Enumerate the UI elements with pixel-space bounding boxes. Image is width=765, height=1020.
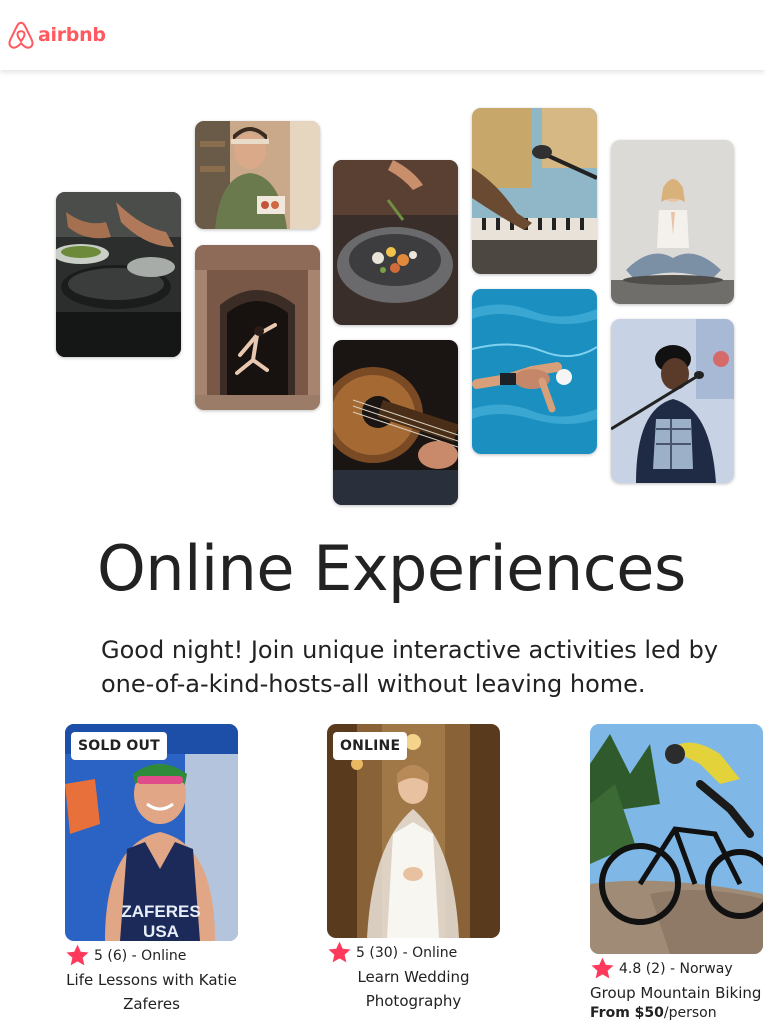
hero-photo-grid (0, 70, 765, 520)
swimmer-photo (472, 289, 597, 454)
price-amount: From $50 (590, 1005, 664, 1020)
rating: 4.8 (619, 960, 642, 977)
star-icon (328, 941, 351, 963)
card-title[interactable]: Learn Wedding Photography (327, 965, 500, 1013)
brand-name: airbnb (38, 24, 106, 46)
card-image[interactable] (590, 724, 763, 954)
card-price: From $50/person (590, 1005, 765, 1020)
review-count: (2) (645, 960, 666, 977)
location: - Norway (670, 960, 733, 977)
plated-dish-photo (333, 160, 458, 325)
review-count: (30) (369, 944, 399, 961)
keyboard-microphone-photo (472, 108, 597, 274)
price-unit: /person (663, 1005, 717, 1020)
location: - Online (402, 944, 458, 961)
airbnb-logo-icon (8, 21, 34, 49)
mountain-biker-photo (590, 724, 763, 954)
review-count: (6) (107, 947, 128, 964)
experience-card-katie[interactable]: ZAFERES USA SOLD OUT 5 (6) - Online Life… (65, 724, 245, 1016)
svg-text:USA: USA (143, 922, 179, 941)
card-stats: 4.8 (2) - Norway (590, 956, 765, 981)
experience-card-wedding[interactable]: ONLINE 5 (30) - Online Learn Wedding Pho… (327, 724, 507, 1013)
page-title: Online Experiences (97, 532, 686, 605)
chef-photo (195, 121, 320, 229)
yoga-photo (611, 140, 734, 304)
online-badge: ONLINE (333, 732, 408, 760)
star-icon (591, 957, 614, 979)
dancer-doorway-photo (195, 245, 320, 410)
sold-out-badge: SOLD OUT (71, 732, 167, 760)
card-stats: 5 (6) - Online (65, 943, 245, 968)
card-title[interactable]: Life Lessons with Katie Zaferes (65, 968, 238, 1016)
cooking-pans-photo (56, 192, 181, 357)
card-stats: 5 (30) - Online (327, 940, 507, 965)
acoustic-guitar-photo (333, 340, 458, 505)
card-image[interactable]: ONLINE (327, 724, 500, 938)
page-subtitle: Good night! Join unique interactive acti… (101, 636, 719, 698)
star-icon (66, 944, 89, 966)
singer-photo (611, 319, 734, 483)
airbnb-logo[interactable]: airbnb (7, 20, 106, 50)
experience-card-biking[interactable]: 4.8 (2) - Norway Group Mountain Biking F… (590, 724, 765, 1020)
svg-text:ZAFERES: ZAFERES (121, 902, 200, 921)
card-image[interactable]: ZAFERES USA SOLD OUT (65, 724, 238, 941)
top-navbar: airbnb (0, 0, 765, 70)
rating: 5 (356, 944, 365, 961)
location: - Online (131, 947, 187, 964)
card-title[interactable]: Group Mountain Biking (590, 981, 765, 1005)
rating: 5 (94, 947, 103, 964)
